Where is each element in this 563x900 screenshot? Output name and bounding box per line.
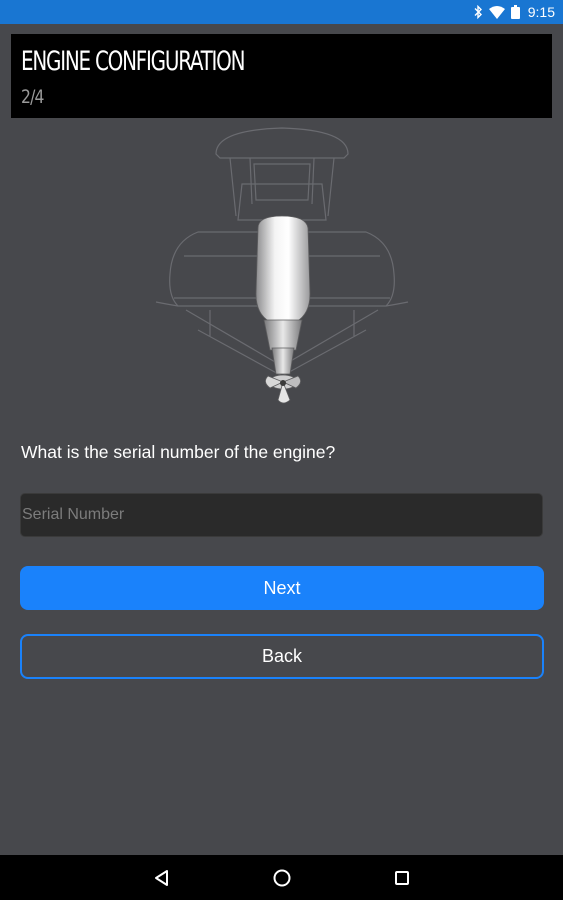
battery-icon xyxy=(510,5,520,19)
serial-number-question: What is the serial number of the engine? xyxy=(21,442,336,462)
system-nav-bar xyxy=(0,855,563,900)
status-bar: 9:15 xyxy=(0,0,563,24)
nav-back-icon[interactable] xyxy=(147,863,177,893)
step-indicator: 2/4 xyxy=(21,86,44,108)
page-title: ENGINE CONFIGURATION xyxy=(21,46,246,77)
nav-home-icon[interactable] xyxy=(267,863,297,893)
serial-number-input[interactable] xyxy=(20,493,543,537)
outboard-engine-icon xyxy=(255,215,311,404)
status-time: 9:15 xyxy=(527,4,555,20)
bluetooth-icon xyxy=(473,5,483,19)
engine-illustration xyxy=(150,124,414,410)
next-button[interactable]: Next xyxy=(20,566,544,610)
nav-recents-icon[interactable] xyxy=(387,863,417,893)
back-button[interactable]: Back xyxy=(20,634,544,679)
page-header: ENGINE CONFIGURATION 2/4 xyxy=(11,34,552,118)
wifi-icon xyxy=(488,5,505,19)
